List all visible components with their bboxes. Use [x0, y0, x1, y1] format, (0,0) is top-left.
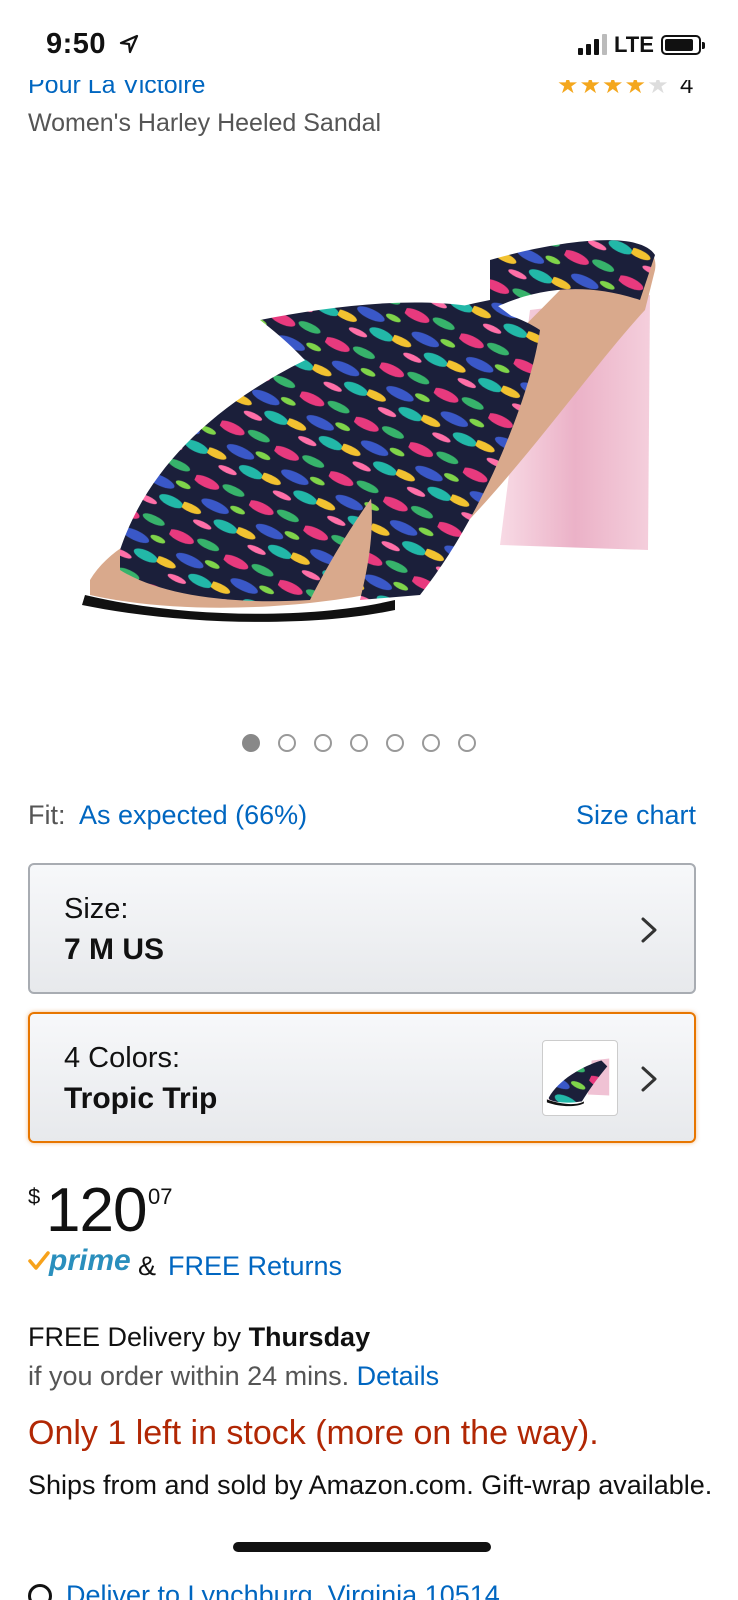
carousel-dot[interactable] — [278, 734, 296, 752]
signal-strength-icon — [578, 33, 608, 55]
delivery-condition-text: if you order within 24 mins. — [28, 1361, 357, 1391]
deliver-to-row[interactable]: Deliver to Lynchburg, Virginia 10514 — [28, 1580, 500, 1600]
delivery-date: FREE Delivery by Thursday — [28, 1322, 370, 1353]
price-whole: 120 — [46, 1176, 147, 1245]
size-chart-link[interactable]: Size chart — [576, 800, 696, 831]
delivery-prefix: FREE Delivery by — [28, 1322, 249, 1352]
carousel-dot[interactable] — [386, 734, 404, 752]
prime-logo[interactable]: prime — [49, 1244, 131, 1278]
location-arrow-icon — [119, 34, 139, 54]
carousel-dot[interactable] — [422, 734, 440, 752]
delivery-condition: if you order within 24 mins. Details — [28, 1361, 439, 1392]
prime-check-icon — [28, 1251, 50, 1270]
color-swatch-thumbnail — [542, 1040, 618, 1116]
deliver-to-text[interactable]: Deliver to Lynchburg, Virginia 10514 — [66, 1580, 500, 1600]
stock-status: Only 1 left in stock (more on the way). — [28, 1414, 599, 1452]
size-label: Size: — [64, 893, 129, 925]
delivery-day: Thursday — [248, 1322, 371, 1352]
fit-value-link[interactable]: As expected (66%) — [79, 800, 307, 830]
color-label: 4 Colors: — [64, 1042, 181, 1074]
price-fraction: 07 — [148, 1184, 173, 1209]
ships-from-text: Ships from and sold by Amazon.com. Gift-… — [28, 1470, 713, 1500]
carousel-dot[interactable] — [458, 734, 476, 752]
carousel-dot[interactable] — [242, 734, 260, 752]
status-bar: 9:50 LTE — [0, 0, 738, 80]
color-value: Tropic Trip — [64, 1082, 218, 1115]
image-carousel-dots[interactable] — [242, 734, 476, 754]
chevron-right-icon — [641, 1066, 657, 1092]
prime-ampersand: & — [138, 1251, 157, 1281]
status-time: 9:50 — [46, 28, 107, 60]
free-returns-link[interactable]: FREE Returns — [168, 1251, 342, 1282]
size-value: 7 M US — [64, 933, 165, 966]
delivery-details-link[interactable]: Details — [357, 1361, 440, 1391]
product-image[interactable] — [60, 200, 680, 640]
network-type: LTE — [614, 32, 654, 57]
color-selector[interactable]: 4 Colors: Tropic Trip — [28, 1012, 696, 1143]
home-indicator[interactable] — [233, 1542, 491, 1552]
fit-row: Fit: As expected (66%) Size chart — [28, 800, 696, 834]
battery-icon — [661, 35, 705, 55]
fit-label: Fit: — [28, 800, 66, 830]
product-title: Women's Harley Heeled Sandal — [28, 109, 382, 137]
location-pin-icon — [28, 1584, 52, 1600]
carousel-dot[interactable] — [314, 734, 332, 752]
chevron-right-icon — [641, 917, 657, 943]
carousel-dot[interactable] — [350, 734, 368, 752]
size-selector[interactable]: Size: 7 M US — [28, 863, 696, 994]
price-currency: $ — [28, 1184, 41, 1209]
